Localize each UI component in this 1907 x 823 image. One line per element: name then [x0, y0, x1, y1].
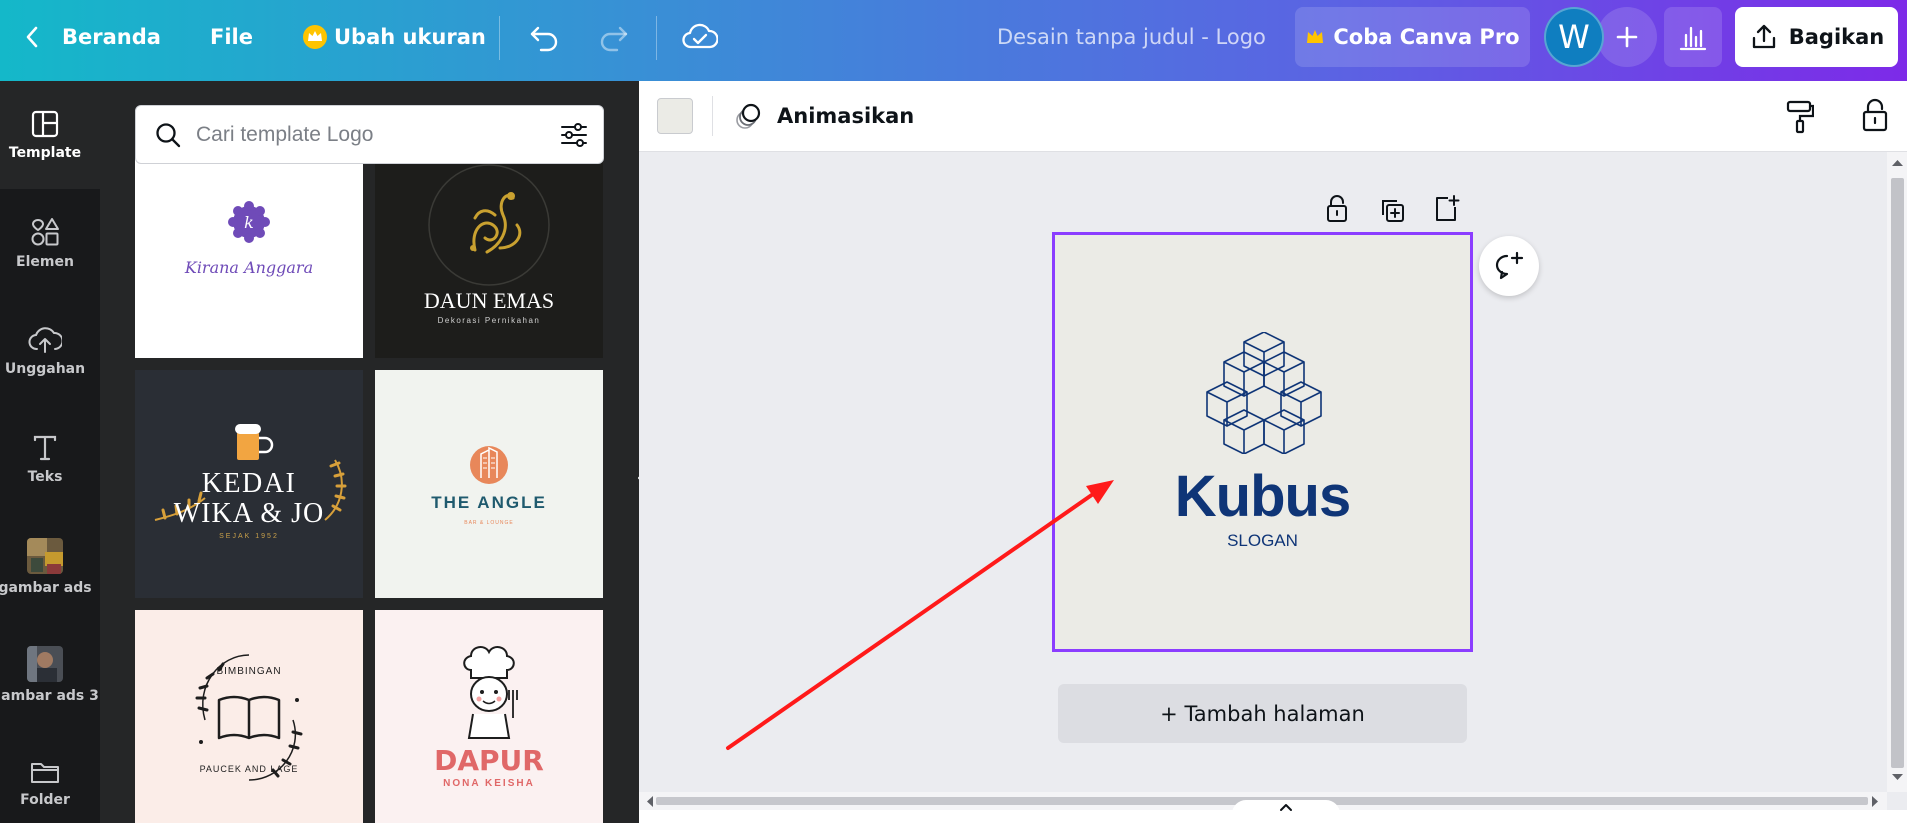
- rail-item-template[interactable]: Template: [0, 85, 90, 185]
- redo-button[interactable]: [597, 0, 631, 74]
- template-card-bimbingan[interactable]: BIMBINGAN PAUCEK AND LAGE: [135, 610, 363, 823]
- vertical-scroll-thumb[interactable]: [1891, 178, 1904, 768]
- avatar[interactable]: W: [1544, 7, 1604, 67]
- animate-circles-icon: [736, 103, 761, 129]
- redo-icon: [600, 26, 628, 52]
- folder-thumbnail: [27, 538, 63, 574]
- rail-label: gambar ads 3: [0, 688, 99, 704]
- scroll-down-arrow-icon[interactable]: [1891, 772, 1904, 782]
- template-search-bar: [135, 105, 604, 164]
- elements-shapes-icon: [31, 218, 59, 246]
- rail-label: Teks: [27, 469, 63, 485]
- template-text: DAPUR: [434, 744, 544, 777]
- add-comment-button[interactable]: [1479, 236, 1539, 296]
- toolbar-divider: [712, 96, 713, 136]
- resize-button[interactable]: Ubah ukuran: [302, 0, 486, 74]
- resize-label: Ubah ukuran: [334, 25, 486, 49]
- search-input[interactable]: [196, 122, 536, 147]
- search-icon: [156, 122, 181, 147]
- template-text: NONA KEISHA: [443, 778, 535, 789]
- rail-label: Template: [8, 145, 82, 161]
- template-thumbnail: THE ANGLE BAR & LOUNGE: [431, 446, 547, 526]
- template-layout-icon: [31, 110, 59, 138]
- plus-icon: [1616, 26, 1638, 48]
- file-menu-button[interactable]: File: [210, 0, 253, 74]
- scroll-right-arrow-icon[interactable]: [1870, 795, 1880, 808]
- rail-item-folder[interactable]: Folder: [0, 733, 90, 823]
- rail-label: Elemen: [16, 254, 74, 270]
- crown-icon: [1307, 30, 1324, 43]
- chevron-up-icon: [1280, 804, 1292, 811]
- file-label: File: [210, 25, 253, 49]
- bar-chart-icon: [1679, 26, 1707, 51]
- scroll-up-arrow-icon[interactable]: [1891, 158, 1904, 168]
- cloud-upload-icon: [28, 327, 62, 353]
- crown-icon: [303, 25, 327, 49]
- insights-button[interactable]: [1664, 7, 1722, 67]
- text-t-icon: [33, 435, 57, 461]
- paint-roller-icon[interactable]: [1786, 100, 1814, 134]
- template-thumbnail: KEDAI WIKA & JO SEJAK 1952: [154, 424, 347, 540]
- template-card-kirana[interactable]: k Kirana Anggara: [135, 130, 363, 358]
- template-text: BAR & LOUNGE: [464, 520, 514, 526]
- rail-item-elements[interactable]: Elemen: [0, 193, 90, 293]
- duplicate-page-icon[interactable]: [1378, 196, 1406, 224]
- toolbar-divider: [499, 16, 500, 60]
- cloud-check-icon: [682, 23, 718, 49]
- template-thumbnail: DAPUR NONA KEISHA: [434, 646, 544, 789]
- toolbar-divider: [656, 16, 657, 60]
- template-text: Kirana Anggara: [184, 258, 313, 277]
- home-button[interactable]: Beranda: [22, 0, 161, 74]
- rail-item-gambar-ads[interactable]: gambar ads: [0, 517, 92, 617]
- animate-button[interactable]: Animasikan: [733, 96, 914, 136]
- rail-item-uploads[interactable]: Unggahan: [0, 301, 90, 401]
- template-thumbnail: k Kirana Anggara: [184, 201, 313, 277]
- scroll-left-arrow-icon[interactable]: [645, 795, 655, 808]
- template-text: PAUCEK AND LAGE: [200, 764, 299, 774]
- rail-label: Folder: [20, 792, 70, 808]
- rail-item-gambar-ads-3[interactable]: gambar ads 3: [0, 625, 99, 725]
- template-text: KEDAI: [202, 468, 297, 499]
- rail-label: Unggahan: [4, 361, 86, 377]
- rail-label: gambar ads: [0, 580, 92, 596]
- template-card-the-angle[interactable]: THE ANGLE BAR & LOUNGE: [375, 370, 603, 598]
- upload-share-icon: [1752, 24, 1775, 49]
- undo-icon: [530, 26, 558, 52]
- filter-sliders-icon[interactable]: [559, 121, 589, 149]
- template-text: Dekorasi Pernikahan: [438, 316, 541, 325]
- rail-item-text[interactable]: Teks: [0, 409, 90, 509]
- page-lock-icon[interactable]: [1324, 194, 1350, 224]
- share-label: Bagikan: [1788, 25, 1885, 49]
- template-card-kedai[interactable]: KEDAI WIKA & JO SEJAK 1952: [135, 370, 363, 598]
- background-color-swatch[interactable]: [657, 98, 693, 134]
- comment-plus-icon: [1495, 251, 1524, 280]
- save-status-button[interactable]: [682, 0, 718, 74]
- chevron-left-icon: [26, 26, 38, 48]
- expand-pages-button[interactable]: [1232, 800, 1340, 823]
- cube-logo-icon: [1206, 332, 1322, 454]
- document-title[interactable]: Desain tanpa judul - Logo: [997, 0, 1266, 74]
- template-text: DAUN EMAS: [424, 288, 554, 313]
- template-card-daun-emas[interactable]: DAUN EMAS Dekorasi Pernikahan: [375, 130, 603, 358]
- annotation-arrow: [726, 480, 1114, 750]
- template-text: BIMBINGAN: [216, 666, 281, 677]
- lock-icon[interactable]: [1861, 98, 1889, 132]
- add-page-icon[interactable]: [1432, 194, 1460, 224]
- animate-label: Animasikan: [777, 104, 915, 128]
- template-thumbnail: BIMBINGAN PAUCEK AND LAGE: [195, 654, 303, 781]
- try-canva-pro-button[interactable]: Coba Canva Pro: [1295, 7, 1530, 67]
- home-label: Beranda: [62, 25, 161, 49]
- template-text: k: [244, 213, 254, 232]
- template-text: THE ANGLE: [431, 493, 547, 512]
- try-canva-pro-label: Coba Canva Pro: [1333, 25, 1520, 49]
- folder-icon: [31, 763, 59, 783]
- folder-thumbnail: [27, 646, 63, 682]
- template-text: SEJAK 1952: [219, 533, 279, 540]
- template-thumbnail: DAUN EMAS Dekorasi Pernikahan: [424, 164, 554, 325]
- invite-button[interactable]: [1597, 7, 1657, 67]
- undo-button[interactable]: [527, 0, 561, 74]
- template-text: WIKA & JO: [174, 498, 325, 529]
- template-card-dapur[interactable]: DAPUR NONA KEISHA: [375, 610, 603, 823]
- share-button[interactable]: Bagikan: [1735, 7, 1898, 67]
